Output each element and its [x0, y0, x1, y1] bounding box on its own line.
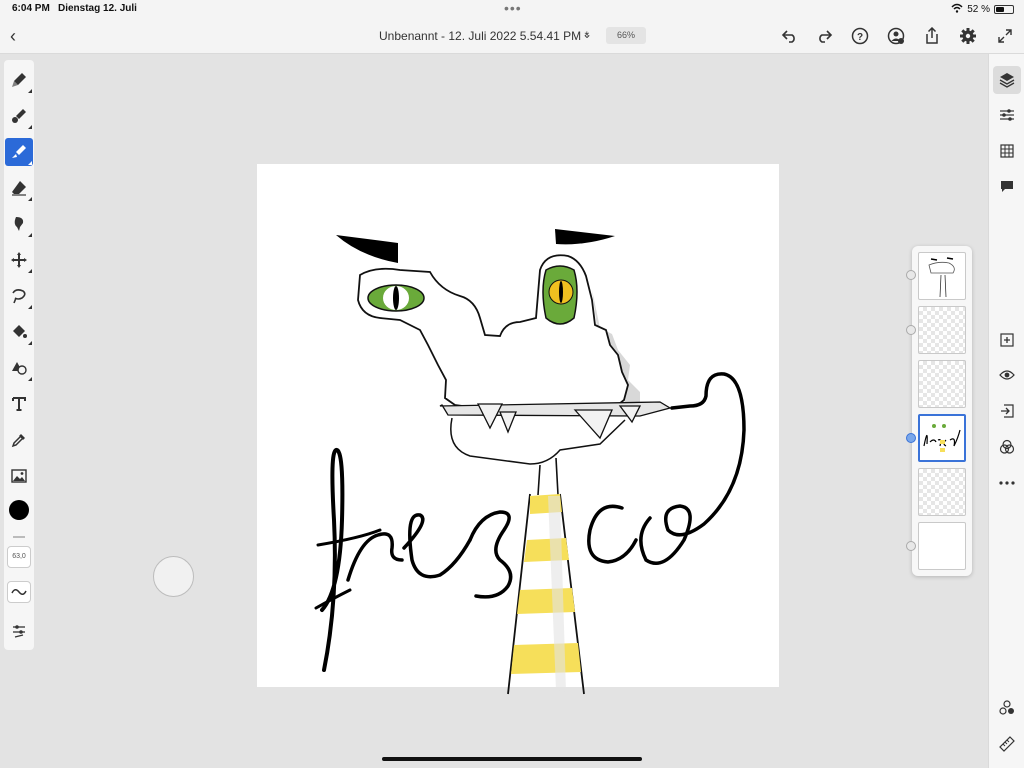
adjustments-icon[interactable]	[993, 101, 1021, 129]
ruler-icon[interactable]	[993, 730, 1021, 758]
layer-1-thumbnail[interactable]	[918, 252, 966, 300]
layer-2-indicator	[906, 325, 916, 335]
merge-down-icon[interactable]	[993, 397, 1021, 425]
background-layer-indicator	[906, 541, 916, 551]
layers-icon[interactable]	[993, 66, 1021, 94]
comments-icon[interactable]	[993, 173, 1021, 201]
background-layer-thumbnail[interactable]	[918, 522, 966, 570]
grid-icon[interactable]	[993, 137, 1021, 165]
visibility-eye-icon[interactable]	[993, 361, 1021, 389]
layer-3-thumbnail[interactable]	[918, 360, 966, 408]
shapes-library-icon[interactable]	[993, 694, 1021, 722]
right-toolbar	[988, 54, 1024, 768]
home-indicator[interactable]	[382, 757, 642, 761]
layer-2-thumbnail[interactable]	[918, 306, 966, 354]
monster-artwork	[314, 229, 746, 695]
layer-5-thumbnail[interactable]	[918, 468, 966, 516]
blend-mode-icon[interactable]	[993, 433, 1021, 461]
drawing-canvas[interactable]	[257, 164, 779, 695]
layer-4-thumbnail[interactable]	[918, 414, 966, 462]
layer-4-indicator	[906, 433, 916, 443]
layer-1-indicator	[906, 270, 916, 280]
add-layer-icon[interactable]	[993, 326, 1021, 354]
layers-panel	[906, 246, 972, 576]
more-options-icon[interactable]	[993, 469, 1021, 497]
